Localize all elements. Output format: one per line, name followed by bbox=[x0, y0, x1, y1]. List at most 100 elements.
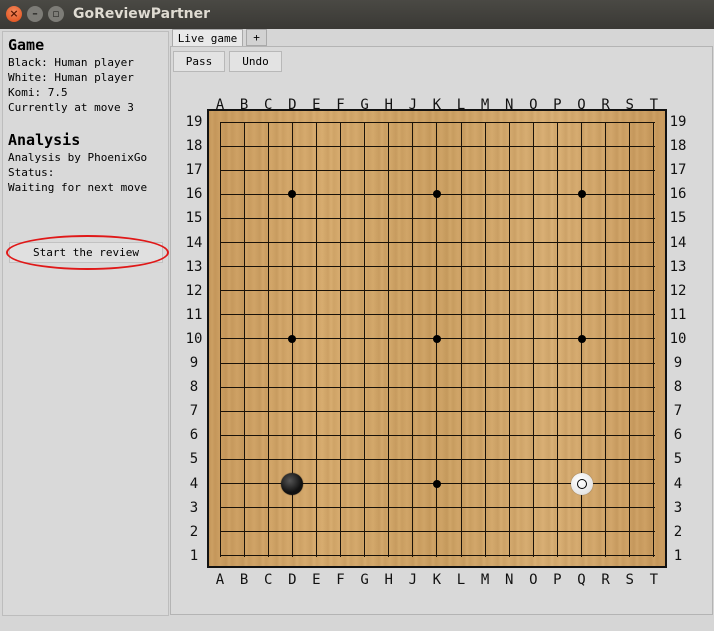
grid-line-vertical bbox=[460, 122, 462, 557]
grid-line-horizontal bbox=[220, 121, 655, 123]
minimize-icon[interactable]: – bbox=[27, 6, 43, 22]
column-label: D bbox=[288, 572, 297, 588]
row-label: 18 bbox=[669, 138, 687, 155]
maximize-icon[interactable]: ▫ bbox=[48, 6, 64, 22]
row-label: 13 bbox=[669, 258, 687, 275]
column-label: E bbox=[312, 97, 321, 113]
grid-line-horizontal bbox=[220, 410, 655, 412]
grid-line-horizontal bbox=[220, 169, 655, 171]
column-label: E bbox=[312, 572, 321, 588]
row-label: 10 bbox=[185, 330, 203, 347]
row-label: 1 bbox=[673, 547, 683, 564]
column-label: T bbox=[649, 97, 659, 113]
grid-line-horizontal bbox=[220, 145, 655, 147]
column-label: P bbox=[553, 97, 562, 113]
grid-line-horizontal bbox=[220, 362, 655, 364]
star-point bbox=[577, 334, 586, 343]
row-label: 4 bbox=[189, 475, 199, 492]
column-label: K bbox=[432, 97, 442, 113]
column-label: D bbox=[288, 97, 297, 113]
column-label: O bbox=[529, 572, 538, 588]
grid-line-horizontal bbox=[220, 266, 655, 268]
grid-line-horizontal bbox=[220, 434, 655, 436]
tab-add-button[interactable]: + bbox=[246, 29, 267, 46]
column-label: G bbox=[360, 97, 369, 113]
column-label: Q bbox=[577, 97, 586, 113]
row-label: 16 bbox=[185, 186, 203, 203]
row-label: 3 bbox=[189, 499, 199, 516]
row-label: 7 bbox=[189, 403, 199, 420]
star-point bbox=[432, 334, 441, 343]
column-label: R bbox=[601, 572, 610, 588]
grid-line-vertical bbox=[484, 122, 486, 557]
column-label: H bbox=[384, 572, 393, 588]
row-label: 11 bbox=[669, 306, 687, 323]
column-label: S bbox=[625, 572, 634, 588]
column-label: A bbox=[215, 572, 225, 588]
column-label: B bbox=[239, 572, 249, 588]
row-label: 7 bbox=[673, 403, 683, 420]
column-label: G bbox=[360, 572, 369, 588]
row-label: 8 bbox=[673, 379, 683, 396]
black-stone[interactable] bbox=[281, 472, 304, 495]
column-label: N bbox=[504, 97, 514, 113]
black-player: Black: Human player bbox=[8, 56, 134, 69]
last-move-marker bbox=[576, 478, 587, 489]
pass-button[interactable]: Pass bbox=[173, 51, 225, 72]
row-label: 12 bbox=[185, 282, 203, 299]
row-label: 9 bbox=[673, 355, 683, 371]
grid-line-horizontal bbox=[220, 242, 655, 243]
grid-line-vertical bbox=[653, 122, 655, 557]
grid-line-horizontal bbox=[220, 217, 655, 219]
close-icon[interactable]: × bbox=[6, 6, 22, 22]
column-label: S bbox=[625, 97, 634, 113]
row-label: 1 bbox=[189, 547, 199, 564]
column-label: F bbox=[336, 572, 345, 588]
column-label: L bbox=[456, 97, 466, 113]
column-label: O bbox=[529, 97, 538, 113]
column-label: F bbox=[336, 97, 345, 113]
column-label: A bbox=[215, 97, 225, 113]
start-review-button[interactable]: Start the review bbox=[9, 242, 163, 263]
row-label: 18 bbox=[185, 138, 203, 155]
window-title: GoReviewPartner bbox=[73, 6, 211, 22]
column-label: C bbox=[263, 97, 273, 113]
column-label: M bbox=[480, 97, 490, 113]
grid-line-vertical bbox=[388, 122, 390, 557]
grid-line-vertical bbox=[605, 122, 607, 557]
row-label: 10 bbox=[669, 330, 687, 347]
row-label: 4 bbox=[673, 475, 683, 492]
row-label: 19 bbox=[185, 114, 203, 130]
analysis-heading: Analysis bbox=[8, 131, 81, 149]
grid-line-vertical bbox=[556, 122, 558, 557]
column-label: H bbox=[384, 97, 393, 113]
row-label: 15 bbox=[185, 210, 203, 227]
white-player: White: Human player bbox=[8, 71, 134, 84]
grid-line-vertical bbox=[340, 122, 341, 557]
grid-line-horizontal bbox=[220, 458, 655, 460]
current-move: Currently at move 3 bbox=[8, 101, 134, 114]
grid-line-vertical bbox=[364, 122, 366, 557]
row-label: 16 bbox=[669, 186, 687, 203]
star-point bbox=[577, 190, 586, 199]
grid-line-vertical bbox=[315, 122, 317, 557]
column-label: J bbox=[408, 97, 418, 113]
row-label: 2 bbox=[673, 523, 683, 540]
grid-line-vertical bbox=[267, 122, 269, 557]
title-bar: × – ▫ GoReviewPartner bbox=[0, 0, 714, 29]
row-label: 15 bbox=[669, 210, 687, 227]
column-label: C bbox=[263, 572, 273, 588]
row-label: 17 bbox=[669, 162, 687, 179]
tab-live-game[interactable]: Live game bbox=[172, 29, 243, 47]
column-label: K bbox=[432, 572, 442, 588]
status-value: Waiting for next move bbox=[8, 181, 148, 194]
grid-line-horizontal bbox=[220, 531, 655, 533]
komi-value: Komi: 7.5 bbox=[8, 86, 68, 99]
column-label: L bbox=[456, 572, 466, 588]
grid-line-horizontal bbox=[220, 386, 655, 388]
undo-button[interactable]: Undo bbox=[229, 51, 282, 72]
info-panel: Game Black: Human player White: Human pl… bbox=[2, 31, 169, 616]
row-label: 5 bbox=[189, 451, 199, 468]
grid-line-horizontal bbox=[220, 314, 655, 316]
grid-line-horizontal bbox=[220, 290, 655, 292]
